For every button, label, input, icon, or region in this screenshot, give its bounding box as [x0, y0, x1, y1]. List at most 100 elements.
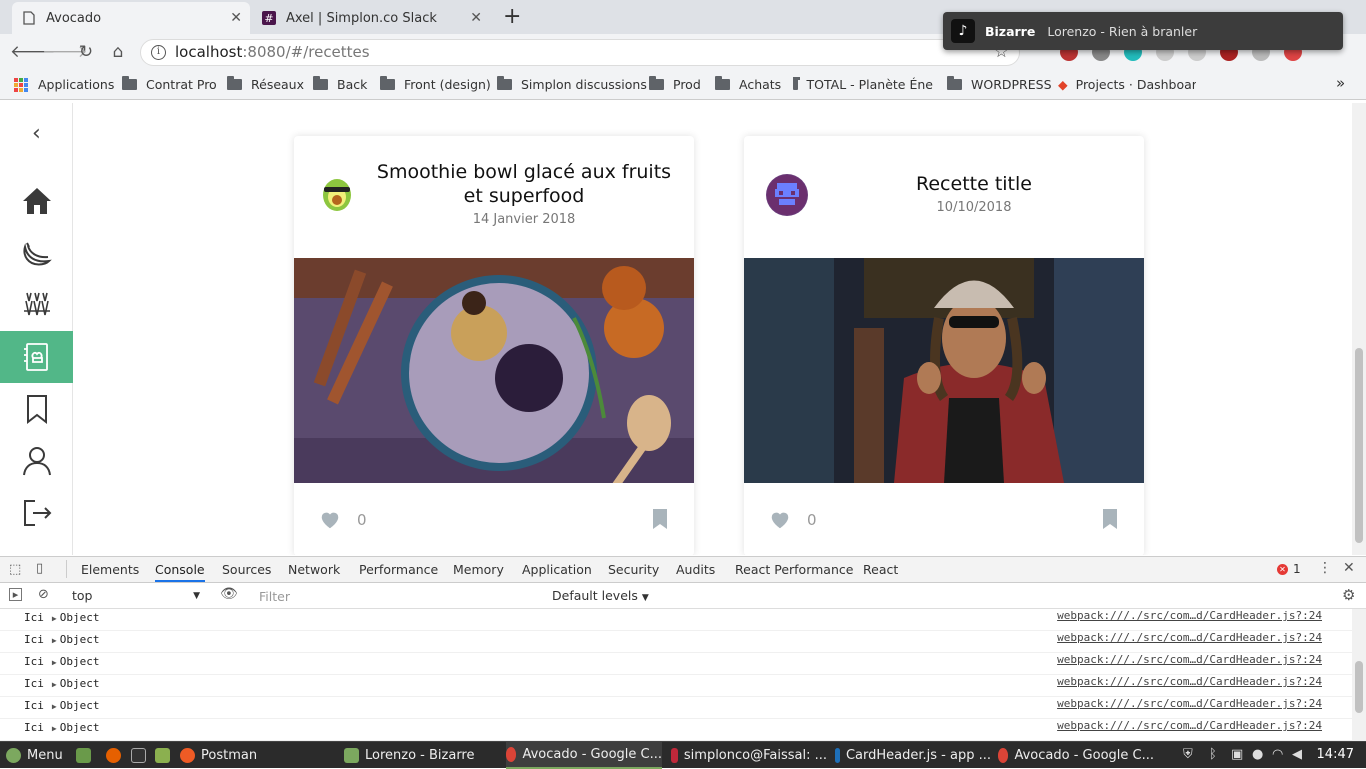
task-chrome-active[interactable]: Avocado - Google C... — [506, 742, 662, 769]
console-settings-icon[interactable]: ⚙ — [1342, 586, 1355, 604]
console-log-row[interactable]: Ici ▶ Object webpack:///./src/com…d/CardHea… — [0, 653, 1352, 675]
console-log-row[interactable]: Ici ▶ Object webpack:///./src/com…d/CardHea… — [0, 675, 1352, 697]
console-filter-input[interactable]: Filter — [250, 587, 545, 605]
sidebar-toggle-icon[interactable]: ▸ — [9, 588, 22, 601]
firefox-launcher[interactable] — [106, 742, 127, 769]
forward-icon[interactable]: 🡒 — [42, 40, 88, 64]
devtools-tab-react[interactable]: React — [863, 562, 898, 577]
tray-app-icon[interactable]: ▣ — [1231, 747, 1243, 762]
new-tab-button[interactable]: + — [503, 4, 521, 29]
reload-icon[interactable]: ↻ — [74, 40, 98, 64]
sidebar-item-bookmarks[interactable] — [0, 383, 73, 435]
sidebar-item-logout[interactable] — [0, 487, 73, 539]
task-postman[interactable]: Postman — [180, 742, 336, 769]
bookmark-icon[interactable] — [1102, 508, 1118, 530]
expand-icon[interactable]: ▶ — [52, 636, 57, 645]
log-object[interactable]: Object — [60, 721, 100, 734]
like-button[interactable]: 0 — [319, 509, 367, 531]
recipe-title[interactable]: Recette title — [824, 172, 1124, 196]
console-scrollbar[interactable] — [1352, 609, 1366, 741]
terminal-launcher[interactable] — [131, 742, 152, 769]
task-vscode[interactable]: CardHeader.js - app ... — [835, 742, 991, 769]
files-launcher[interactable] — [155, 742, 176, 769]
sidebar-item-recipes[interactable] — [0, 331, 73, 383]
sidebar-item-vegetables[interactable] — [0, 279, 73, 331]
recipe-card[interactable]: Recette title 10/10/2018 0 — [744, 136, 1144, 555]
author-avatar[interactable] — [316, 172, 358, 214]
devtools-tab-audits[interactable]: Audits — [676, 562, 715, 577]
bookmark-icon[interactable] — [652, 508, 668, 530]
site-info-icon[interactable]: i — [151, 45, 166, 60]
log-source-link[interactable]: webpack:///./src/com…d/CardHeader.js?:24 — [1057, 675, 1322, 688]
scrollbar-thumb[interactable] — [1355, 661, 1363, 713]
bookmark-apps[interactable]: Applications — [14, 77, 114, 92]
task-chrome[interactable]: Avocado - Google C... — [998, 742, 1154, 769]
show-desktop-icon[interactable] — [76, 742, 97, 769]
devtools-tab-sources[interactable]: Sources — [222, 562, 271, 577]
expand-icon[interactable]: ▶ — [52, 614, 57, 623]
devtools-tab-performance[interactable]: Performance — [359, 562, 438, 577]
log-object[interactable]: Object — [60, 633, 100, 646]
bookmark-gitlab[interactable]: ◆ Projects · Dashboard — [1058, 77, 1196, 92]
clear-console-icon[interactable]: ⊘ — [38, 587, 49, 602]
start-menu-button[interactable]: Menu — [6, 742, 63, 769]
close-devtools-icon[interactable]: ✕ — [1343, 560, 1355, 576]
console-log-row[interactable]: Ici ▶ Object webpack:///./src/com…d/CardHea… — [0, 697, 1352, 719]
log-source-link[interactable]: webpack:///./src/com…d/CardHeader.js?:24 — [1057, 697, 1322, 710]
bookmark-folder[interactable]: Contrat Pro — [122, 76, 217, 92]
expand-icon[interactable]: ▶ — [52, 724, 57, 733]
page-scrollbar[interactable] — [1352, 103, 1366, 555]
sidebar-item-profile[interactable] — [0, 435, 73, 487]
more-bookmarks-button[interactable]: » — [1336, 74, 1345, 92]
devtools-tab-application[interactable]: Application — [522, 562, 592, 577]
expand-icon[interactable]: ▶ — [52, 658, 57, 667]
context-select[interactable]: top ▼ — [64, 587, 206, 605]
bookmark-folder[interactable]: Simplon discussions — [497, 76, 647, 92]
sidebar-item-home[interactable] — [0, 175, 73, 227]
scrollbar-thumb[interactable] — [1355, 348, 1363, 543]
home-icon[interactable]: ⌂ — [106, 40, 130, 64]
bookmark-folder[interactable]: TOTAL - Planète Éne — [793, 77, 933, 92]
devtools-tab-security[interactable]: Security — [608, 562, 659, 577]
recipe-image[interactable] — [294, 258, 694, 491]
user-icon[interactable]: ● — [1252, 747, 1263, 762]
device-toolbar-icon[interactable]: ▯ — [36, 561, 43, 576]
log-object[interactable]: Object — [60, 655, 100, 668]
network-icon[interactable]: ◠ — [1272, 747, 1283, 762]
tab-avocado[interactable]: Avocado ✕ — [12, 2, 250, 34]
bookmark-folder[interactable]: WORDPRESS — [947, 76, 1052, 92]
log-object[interactable]: Object — [60, 611, 100, 624]
task-terminal[interactable]: simplonco@Faissal: ... — [671, 742, 827, 769]
tab-slack[interactable]: # Axel | Simplon.co Slack ✕ — [252, 2, 490, 34]
clock[interactable]: 14:47 — [1317, 747, 1354, 762]
bookmark-folder[interactable]: Réseaux — [227, 76, 304, 92]
log-source-link[interactable]: webpack:///./src/com…d/CardHeader.js?:24 — [1057, 609, 1322, 622]
eye-icon[interactable]: 👁 — [220, 586, 238, 602]
log-source-link[interactable]: webpack:///./src/com…d/CardHeader.js?:24 — [1057, 719, 1322, 732]
bookmark-folder[interactable]: Front (design) — [380, 76, 491, 92]
console-log-row[interactable]: Ici ▶ Object webpack:///./src/com…d/CardHea… — [0, 609, 1352, 631]
close-tab-icon[interactable]: ✕ — [470, 10, 482, 26]
expand-icon[interactable]: ▶ — [52, 680, 57, 689]
back-icon[interactable]: 🡐 — [10, 40, 56, 64]
recipe-card[interactable]: Smoothie bowl glacé aux fruits et superf… — [294, 136, 694, 555]
log-object[interactable]: Object — [60, 699, 100, 712]
console-log-row[interactable]: Ici ▶ Object webpack:///./src/com…d/CardHea… — [0, 719, 1352, 741]
bookmark-folder[interactable]: Back — [313, 76, 367, 92]
bluetooth-icon[interactable]: ᛒ — [1209, 747, 1217, 762]
recipe-title[interactable]: Smoothie bowl glacé aux fruits et superf… — [374, 160, 674, 208]
close-tab-icon[interactable]: ✕ — [230, 10, 242, 26]
sidebar-item-fruits[interactable] — [0, 227, 73, 279]
log-source-link[interactable]: webpack:///./src/com…d/CardHeader.js?:24 — [1057, 653, 1322, 666]
shield-icon[interactable]: ⛨ — [1183, 747, 1193, 762]
expand-icon[interactable]: ▶ — [52, 702, 57, 711]
log-source-link[interactable]: webpack:///./src/com…d/CardHeader.js?:24 — [1057, 631, 1322, 644]
error-counter[interactable]: ✕ 1 — [1277, 562, 1301, 576]
author-avatar[interactable] — [766, 174, 808, 216]
devtools-tab-memory[interactable]: Memory — [453, 562, 504, 577]
volume-icon[interactable]: ◀ — [1292, 747, 1302, 762]
like-button[interactable]: 0 — [769, 509, 817, 531]
media-notification[interactable]: ♪ Bizarre Lorenzo - Rien à branler — [943, 12, 1343, 50]
inspect-element-icon[interactable]: ⬚ — [9, 562, 21, 577]
bookmark-folder[interactable]: Achats — [715, 76, 781, 92]
